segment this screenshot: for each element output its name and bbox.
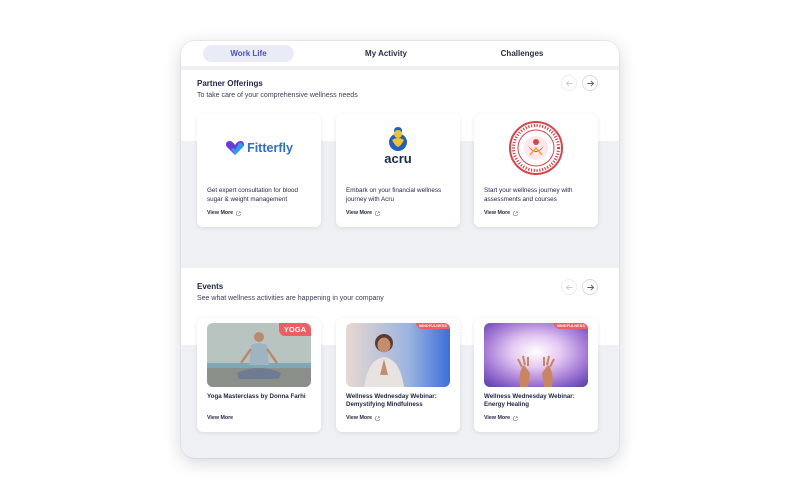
fitterfly-logo: Fitterfly xyxy=(197,140,321,156)
arrow-right-icon xyxy=(586,284,594,290)
external-link-icon xyxy=(375,416,380,420)
logo-text: acru xyxy=(384,151,412,166)
view-more-link[interactable]: View More xyxy=(207,210,241,216)
view-more-link[interactable]: View More xyxy=(346,415,380,421)
partner-offerings-section: Partner Offerings To take care of your c… xyxy=(181,70,619,256)
academy-seal-icon xyxy=(509,121,563,175)
carousel-prev-button[interactable] xyxy=(561,279,577,295)
section-title: Events xyxy=(197,282,224,291)
event-card-mindfulness[interactable]: MINDFULNESS Wellness Wednesday Webinar: … xyxy=(336,318,460,432)
tab-work-life[interactable]: Work Life xyxy=(203,45,294,62)
acru-mark-icon xyxy=(389,127,407,151)
acru-logo: acru xyxy=(336,126,460,165)
external-link-icon xyxy=(236,211,241,215)
event-card-yoga[interactable]: YOGA Yoga Masterclass by Donna Farhi Vie… xyxy=(197,318,321,432)
logo-text: Fitterfly xyxy=(247,141,293,155)
view-more-link[interactable]: View More xyxy=(484,415,518,421)
view-more-link[interactable]: View More xyxy=(207,415,233,421)
carousel-next-button[interactable] xyxy=(582,75,598,91)
wellness-speaks-academy-seal xyxy=(474,120,598,176)
tab-challenges[interactable]: Challenges xyxy=(477,45,567,62)
section-subtitle: See what wellness activities are happeni… xyxy=(197,295,384,302)
event-card-energy-healing[interactable]: MINDFULNESS Wellness Wednesday Webinar: … xyxy=(474,318,598,432)
tab-my-activity[interactable]: My Activity xyxy=(341,45,431,62)
external-link-icon xyxy=(375,211,380,215)
event-title: Wellness Wednesday Webinar: Demystifying… xyxy=(346,393,437,408)
partner-card-acru[interactable]: acru Embark on your financial wellness j… xyxy=(336,114,460,227)
event-image-yoga: YOGA xyxy=(207,323,311,387)
section-subtitle: To take care of your comprehensive welln… xyxy=(197,92,358,99)
card-description: Embark on your financial wellness journe… xyxy=(346,187,442,203)
event-tag: MINDFULNESS xyxy=(553,323,588,329)
view-more-link[interactable]: View More xyxy=(484,210,518,216)
external-link-icon xyxy=(513,211,518,215)
heart-icon xyxy=(226,141,245,155)
event-tag: MINDFULNESS xyxy=(415,323,450,329)
event-image-meditation: MINDFULNESS xyxy=(346,323,450,387)
card-description: Get expert consultation for blood sugar … xyxy=(207,187,299,203)
event-image-energy: MINDFULNESS xyxy=(484,323,588,387)
event-title: Yoga Masterclass by Donna Farhi xyxy=(207,393,306,400)
arrow-right-icon xyxy=(586,80,594,86)
view-more-link[interactable]: View More xyxy=(346,210,380,216)
card-description: Start your wellness journey with assessm… xyxy=(484,187,573,203)
section-title: Partner Offerings xyxy=(197,79,263,88)
app-frame: Work Life My Activity Challenges Partner… xyxy=(181,41,619,458)
partner-card-fitterfly[interactable]: Fitterfly Get expert consultation for bl… xyxy=(197,114,321,227)
event-tag: YOGA xyxy=(278,323,311,336)
external-link-icon xyxy=(513,416,518,420)
carousel-next-button[interactable] xyxy=(582,279,598,295)
arrow-left-icon xyxy=(565,80,573,86)
carousel-prev-button[interactable] xyxy=(561,75,577,91)
arrow-left-icon xyxy=(565,284,573,290)
event-title: Wellness Wednesday Webinar: Energy Heali… xyxy=(484,393,575,408)
tab-bar: Work Life My Activity Challenges xyxy=(181,41,619,66)
events-section: Events See what wellness activities are … xyxy=(181,268,619,454)
partner-card-wellness-speaks[interactable]: Start your wellness journey with assessm… xyxy=(474,114,598,227)
